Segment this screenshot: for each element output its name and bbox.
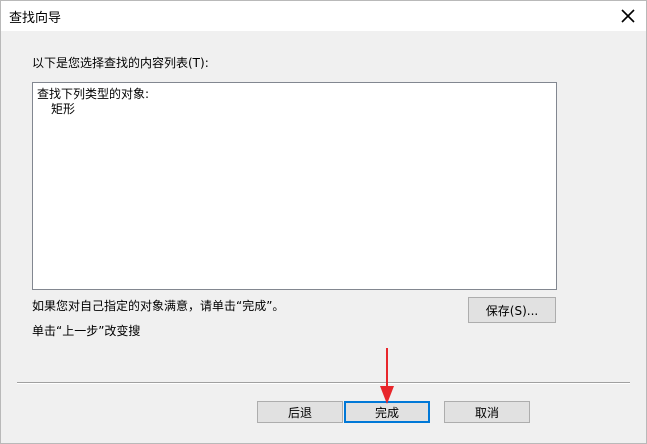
finish-hint: 如果您对自己指定的对象满意，请单击“完成”。 [32, 299, 285, 313]
annotation-arrow-icon [380, 348, 394, 404]
separator [17, 382, 630, 384]
save-button[interactable]: 保存(S)... [468, 297, 556, 323]
title-bar: 查找向导 [1, 1, 646, 31]
cancel-button[interactable]: 取消 [444, 401, 530, 423]
intro-label: 以下是您选择查找的内容列表(T): [32, 56, 209, 70]
back-hint: 单击“上一步”改变搜 [32, 324, 141, 338]
find-wizard-window: 查找向导 以下是您选择查找的内容列表(T): 查找下列类型的对象: 矩形 如果您… [0, 0, 647, 444]
close-icon [621, 9, 635, 23]
finish-button[interactable]: 完成 [344, 401, 430, 423]
search-criteria-list[interactable]: 查找下列类型的对象: 矩形 [32, 82, 557, 290]
close-button[interactable] [616, 4, 640, 28]
window-title: 查找向导 [9, 11, 62, 26]
list-item[interactable]: 矩形 [51, 100, 75, 117]
dialog-content: 以下是您选择查找的内容列表(T): 查找下列类型的对象: 矩形 如果您对自己指定… [1, 31, 646, 443]
back-button[interactable]: 后退 [257, 401, 343, 423]
